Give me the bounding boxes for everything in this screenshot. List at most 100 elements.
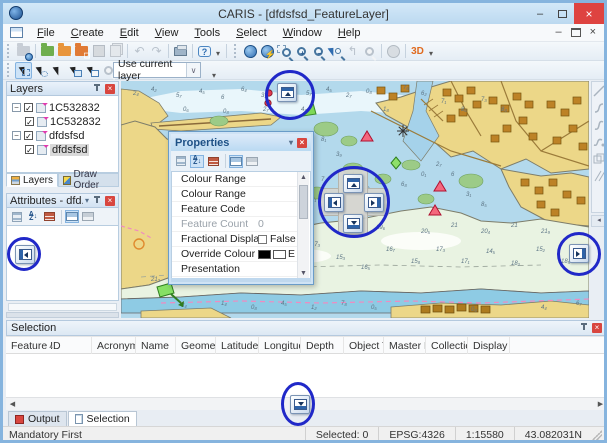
column-geometry[interactable]: Geometry: [176, 337, 216, 355]
column-collection[interactable]: Collectio...: [426, 337, 468, 355]
status-epsg[interactable]: EPSG:4326: [378, 427, 454, 443]
chevron-down-icon[interactable]: ▾: [289, 138, 293, 147]
layer-checkbox[interactable]: ✓: [25, 145, 34, 154]
mdi-restore-button[interactable]: [571, 28, 581, 37]
property-row[interactable]: Fractional Display False: [172, 232, 298, 247]
pin-icon[interactable]: [93, 84, 101, 94]
attribute-grid-icon[interactable]: [42, 210, 56, 223]
new-session-icon[interactable]: [15, 43, 32, 60]
menu-create[interactable]: Create: [63, 24, 112, 42]
redo-icon[interactable]: ↷: [148, 43, 165, 60]
select-rectangle-icon[interactable]: [15, 62, 32, 79]
categorized-icon[interactable]: [10, 210, 24, 223]
dock-target-top-edge[interactable]: [277, 83, 297, 102]
dock-target-bottom-edge[interactable]: [290, 395, 310, 414]
select-single-icon[interactable]: [49, 62, 66, 79]
tab-output[interactable]: Output: [8, 411, 67, 427]
properties-titlebar[interactable]: Properties ▾ ×: [171, 134, 311, 151]
colour-swatch-black[interactable]: [258, 250, 271, 259]
dock-target-right[interactable]: [364, 193, 384, 212]
property-row[interactable]: Feature Code: [172, 202, 298, 217]
draw-freehand-icon[interactable]: [592, 134, 606, 150]
toolbar2-overflow-icon[interactable]: ▾: [426, 49, 436, 60]
property-row[interactable]: Colour Range: [172, 172, 298, 187]
dock-target-left[interactable]: [324, 193, 344, 212]
copy-feature-icon[interactable]: [592, 151, 606, 167]
previous-view-icon[interactable]: ↰: [344, 43, 361, 60]
column-depth[interactable]: Depth: [301, 337, 344, 355]
toolbar-grip-2[interactable]: [7, 63, 11, 77]
mdi-minimize-button[interactable]: –: [555, 25, 561, 40]
categorized-icon[interactable]: [174, 155, 188, 168]
toolbar-collapse-icon[interactable]: ◂: [591, 215, 607, 227]
status-scale[interactable]: 1:15580: [455, 427, 514, 443]
layer-checkbox[interactable]: ✓: [24, 131, 33, 140]
select-subtract-icon[interactable]: [83, 62, 100, 79]
combo-dropdown-icon[interactable]: ∨: [186, 63, 200, 77]
undo-icon[interactable]: ↶: [131, 43, 148, 60]
select-lasso-icon[interactable]: [32, 62, 49, 79]
toolbar-grip[interactable]: [7, 44, 11, 58]
parallel-lines-icon[interactable]: [592, 168, 606, 184]
select-add-icon[interactable]: [66, 62, 83, 79]
column-object-type[interactable]: Object T...: [344, 337, 384, 355]
copy-icon[interactable]: [107, 43, 124, 60]
column-acronym[interactable]: Acronym: [92, 337, 136, 355]
maximize-button[interactable]: [552, 3, 572, 24]
minimize-button[interactable]: –: [530, 3, 550, 24]
draw-spline-icon[interactable]: [592, 117, 606, 133]
layer-label[interactable]: dfdsfsd: [49, 130, 84, 142]
property-row[interactable]: Colour Range: [172, 187, 298, 202]
zoom-in-icon[interactable]: +: [293, 43, 310, 60]
globe-disabled-icon[interactable]: [385, 43, 402, 60]
pin-icon[interactable]: [580, 323, 588, 333]
scrollbar-thumb[interactable]: [299, 185, 308, 219]
attributes-value-field[interactable]: [8, 303, 117, 311]
tree-node-2-child[interactable]: ✓ dfdsfsd: [25, 143, 89, 156]
layer-checkbox[interactable]: ✓: [25, 117, 34, 126]
pane-layout-2-icon[interactable]: [81, 210, 95, 223]
pane-layout-2-icon[interactable]: [245, 155, 259, 168]
tab-selection[interactable]: Selection: [68, 411, 137, 427]
tree-node-1[interactable]: − ✓ 1C532832: [12, 101, 100, 114]
zoom-world-icon[interactable]: [242, 43, 259, 60]
column-feature-id[interactable]: Feature ID▲: [6, 337, 92, 355]
menu-view[interactable]: View: [147, 24, 187, 42]
layer-label-selected[interactable]: dfdsfsd: [50, 144, 89, 156]
dock-target-left-edge[interactable]: [15, 245, 35, 264]
document-icon[interactable]: [10, 27, 23, 38]
properties-scrollbar[interactable]: ▲ ▼: [297, 172, 309, 279]
open-file-icon[interactable]: ↓: [39, 43, 56, 60]
attributes-close-icon[interactable]: ×: [105, 196, 115, 206]
layer-label[interactable]: 1C532832: [49, 102, 100, 114]
sort-az-icon[interactable]: AZ↓: [26, 210, 40, 223]
colour-swatch-white[interactable]: [273, 250, 286, 259]
properties-resize-handle[interactable]: [171, 278, 311, 282]
zoom-out-icon[interactable]: −: [310, 43, 327, 60]
zoom-selection-icon[interactable]: [327, 43, 344, 60]
property-row[interactable]: Presentation: [172, 262, 298, 277]
tab-draw-order[interactable]: Draw Order: [58, 173, 119, 187]
print-icon[interactable]: [172, 43, 189, 60]
column-master-feature[interactable]: Master F...: [384, 337, 426, 355]
pane-layout-icon[interactable]: [229, 155, 243, 168]
save-icon[interactable]: [90, 43, 107, 60]
fractional-display-checkbox[interactable]: [258, 235, 267, 244]
dock-target-right-edge[interactable]: [569, 244, 589, 263]
draw-line-icon[interactable]: [592, 83, 606, 99]
property-row[interactable]: Override Colour E: [172, 247, 298, 262]
dock-target-down[interactable]: [343, 214, 363, 233]
toolbar-overflow-icon[interactable]: ▾: [213, 49, 223, 60]
column-longitude[interactable]: Longitude: [259, 337, 301, 355]
collapse-icon[interactable]: −: [12, 103, 21, 112]
resize-grip[interactable]: [592, 430, 602, 440]
menu-select[interactable]: Select: [228, 24, 275, 42]
selection-close-icon[interactable]: ×: [592, 323, 602, 333]
layer-scope-combobox[interactable]: Use current layer ∨: [113, 62, 201, 78]
layer-label[interactable]: 1C532832: [50, 116, 101, 128]
tree-node-1-child[interactable]: ✓ 1C532832: [25, 115, 101, 128]
pin-icon[interactable]: [93, 196, 101, 206]
menu-file[interactable]: File: [29, 24, 63, 42]
tree-node-2[interactable]: − ✓ dfdsfsd: [12, 129, 84, 142]
help-icon[interactable]: ?: [196, 43, 213, 60]
